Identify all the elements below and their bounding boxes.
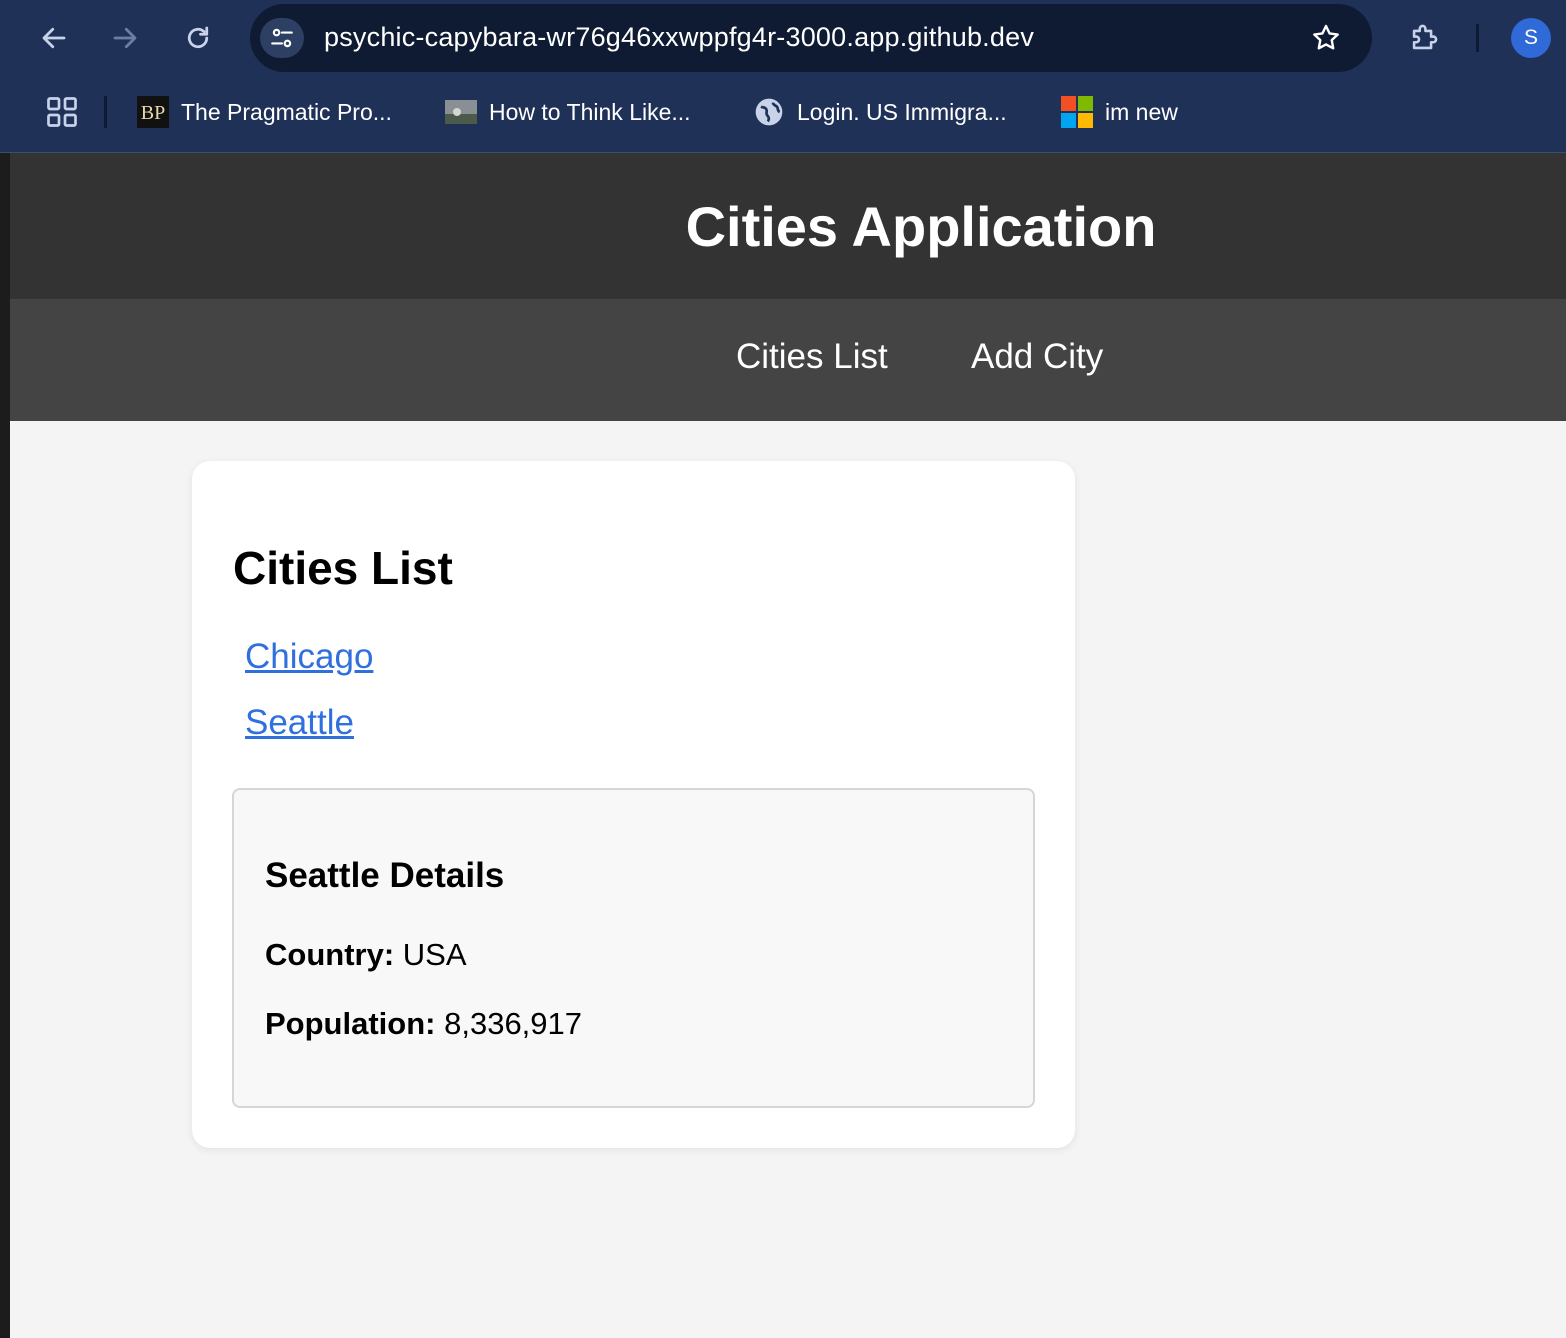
reload-icon: [187, 26, 209, 49]
population-row: Population: 8,336,917: [265, 1006, 582, 1042]
url-text[interactable]: psychic-capybara-wr76g46xxwppfg4r-3000.a…: [324, 22, 1034, 53]
bookmark-login-immigration[interactable]: Login. US Immigra...: [753, 94, 1007, 130]
country-label: Country:: [265, 937, 395, 972]
apps-grid-icon: [47, 97, 77, 127]
svg-text:BP: BP: [141, 102, 165, 124]
bookmark-star-button[interactable]: [1308, 20, 1344, 56]
puzzle-icon: [1412, 24, 1438, 50]
tune-icon: [271, 28, 293, 48]
toolbar-divider: [1476, 24, 1479, 52]
thumbnail-icon: [445, 96, 477, 128]
city-link-chicago[interactable]: Chicago: [245, 637, 373, 677]
country-value: USA: [402, 937, 467, 972]
bookmark-pragmatic[interactable]: BP The Pragmatic Pro...: [137, 94, 392, 130]
page-content: Cities Application Cities List Add City …: [10, 153, 1566, 1338]
population-label: Population:: [265, 1006, 436, 1041]
profile-avatar[interactable]: S: [1511, 18, 1551, 58]
site-info-button[interactable]: [260, 18, 304, 58]
city-link-seattle[interactable]: Seattle: [245, 703, 354, 743]
bookmark-how-to-think[interactable]: How to Think Like...: [445, 94, 691, 130]
globe-icon: [753, 96, 785, 128]
bookmark-label: im new: [1105, 98, 1178, 125]
bookmarks-divider: [104, 96, 107, 128]
nav-add-city[interactable]: Add City: [971, 337, 1103, 377]
nav-cities-list[interactable]: Cities List: [736, 337, 888, 377]
population-value: 8,336,917: [444, 1006, 583, 1041]
forward-button[interactable]: [105, 18, 145, 58]
main-nav: Cities List Add City: [10, 299, 1566, 421]
bookmark-label: Login. US Immigra...: [797, 98, 1007, 125]
country-row: Country: USA: [265, 937, 467, 973]
cities-list-heading: Cities List: [233, 542, 453, 594]
cities-card: Cities List Chicago Seattle Seattle Deta…: [192, 461, 1075, 1148]
bookmark-label: How to Think Like...: [489, 98, 691, 125]
bookmark-im-new[interactable]: im new: [1061, 94, 1178, 130]
microsoft-icon: [1061, 96, 1093, 128]
back-button[interactable]: [34, 18, 74, 58]
reload-button[interactable]: [178, 18, 218, 58]
bookmark-label: The Pragmatic Pro...: [181, 98, 392, 125]
window-edge: [0, 153, 10, 1338]
star-icon: [1313, 24, 1339, 50]
pragmatic-bookshelf-icon: BP: [137, 96, 169, 128]
apps-button[interactable]: [44, 94, 80, 130]
arrow-right-icon: [113, 27, 137, 49]
app-title: Cities Application: [685, 194, 1157, 258]
app-header: Cities Application: [10, 153, 1566, 299]
details-title: Seattle Details: [265, 856, 505, 895]
city-details-panel: Seattle Details Country: USA Population:…: [232, 788, 1035, 1108]
address-bar[interactable]: psychic-capybara-wr76g46xxwppfg4r-3000.a…: [250, 4, 1372, 72]
extensions-button[interactable]: [1404, 18, 1444, 58]
arrow-left-icon: [42, 27, 66, 49]
browser-toolbar: psychic-capybara-wr76g46xxwppfg4r-3000.a…: [0, 0, 1566, 153]
